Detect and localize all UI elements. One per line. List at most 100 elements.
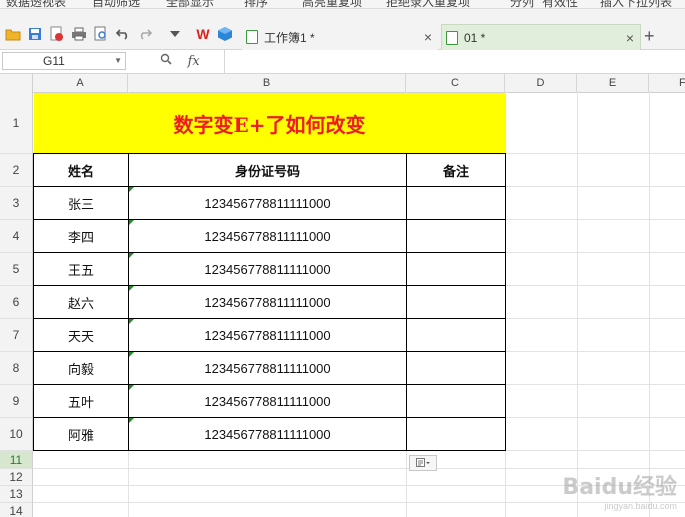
error-indicator-icon <box>129 187 134 192</box>
id-cell[interactable]: 123456778811111000 <box>129 253 406 285</box>
table-border <box>33 417 506 418</box>
tab-workbook1[interactable]: 工作簿1 * × <box>242 24 438 50</box>
chevron-down-icon[interactable]: ▼ <box>114 53 122 69</box>
ribbon-strip: 数据透视表 自动筛选 全部显示 排序 高亮重复项 拒绝录入重复项 分列 有效性 … <box>0 0 685 9</box>
error-indicator-icon <box>129 418 134 423</box>
wps-logo-icon[interactable]: W <box>194 25 212 43</box>
name-box[interactable]: G11 ▼ <box>2 52 126 70</box>
table-border <box>33 351 506 352</box>
ribbon-split-columns[interactable]: 分列 <box>510 0 534 8</box>
ribbon-validation[interactable]: 有效性 <box>542 0 578 8</box>
name-cell[interactable]: 李四 <box>34 220 128 252</box>
id-cell[interactable]: 123456778811111000 <box>129 418 406 450</box>
spreadsheet-doc-icon <box>446 30 458 45</box>
row-header-4[interactable]: 4 <box>0 220 33 253</box>
id-cell[interactable]: 123456778811111000 <box>129 220 406 252</box>
row-header-1[interactable]: 1 <box>0 92 33 154</box>
row-header-8[interactable]: 8 <box>0 352 33 385</box>
tab-01[interactable]: 01 * × <box>441 24 641 50</box>
id-cell[interactable]: 123456778811111000 <box>129 352 406 384</box>
gridline <box>577 92 578 517</box>
note-cell[interactable] <box>407 319 505 351</box>
ribbon-show-all[interactable]: 全部显示 <box>166 0 214 8</box>
id-value: 123456778811111000 <box>204 294 331 310</box>
row-header-13[interactable]: 13 <box>0 486 33 503</box>
name-cell[interactable]: 五叶 <box>34 385 128 417</box>
note-cell[interactable] <box>407 385 505 417</box>
table-border <box>406 153 407 451</box>
row-header-5[interactable]: 5 <box>0 253 33 286</box>
note-cell[interactable] <box>407 352 505 384</box>
header-cell-note[interactable]: 备注 <box>407 154 505 186</box>
ribbon-insert-dropdown[interactable]: 插入下拉列表 <box>600 0 672 8</box>
header-cell-name[interactable]: 姓名 <box>34 154 128 186</box>
note-cell[interactable] <box>407 286 505 318</box>
note-cell[interactable] <box>407 187 505 219</box>
id-cell[interactable]: 123456778811111000 <box>129 319 406 351</box>
error-indicator-icon <box>129 220 134 225</box>
save-icon[interactable] <box>26 25 44 43</box>
new-tab-button[interactable]: + <box>644 26 655 47</box>
redo-icon[interactable] <box>136 25 154 43</box>
row-header-7[interactable]: 7 <box>0 319 33 352</box>
ribbon-auto-filter[interactable]: 自动筛选 <box>92 0 140 8</box>
id-cell[interactable]: 123456778811111000 <box>129 286 406 318</box>
undo-icon[interactable] <box>114 25 132 43</box>
ribbon-reject-duplicates[interactable]: 拒绝录入重复项 <box>386 0 470 8</box>
row-header-3[interactable]: 3 <box>0 187 33 220</box>
close-icon[interactable]: × <box>626 30 634 46</box>
zoom-search-icon[interactable] <box>160 53 176 68</box>
note-cell[interactable] <box>407 418 505 450</box>
print-icon[interactable] <box>70 25 88 43</box>
error-indicator-icon <box>129 352 134 357</box>
column-header-d[interactable]: D <box>505 74 577 92</box>
name-cell[interactable]: 王五 <box>34 253 128 285</box>
name-cell[interactable]: 阿雅 <box>34 418 128 450</box>
id-cell[interactable]: 123456778811111000 <box>129 385 406 417</box>
ribbon-pivot-table[interactable]: 数据透视表 <box>6 0 66 8</box>
cube-icon[interactable] <box>216 25 234 43</box>
row-header-12[interactable]: 12 <box>0 469 33 486</box>
spreadsheet-doc-icon <box>246 30 258 44</box>
tab-label: 工作簿1 * <box>264 30 315 45</box>
row-header-6[interactable]: 6 <box>0 286 33 319</box>
chevron-down-icon[interactable] <box>166 25 184 43</box>
tab-label: 01 * <box>464 30 486 45</box>
row-header-11[interactable]: 11 <box>0 451 33 469</box>
export-pdf-icon[interactable] <box>48 25 66 43</box>
name-cell[interactable]: 赵六 <box>34 286 128 318</box>
select-all-corner[interactable] <box>0 74 33 92</box>
formula-bar: G11 ▼ fx <box>0 50 685 74</box>
table-border <box>33 318 506 319</box>
name-cell[interactable]: 张三 <box>34 187 128 219</box>
spreadsheet-grid[interactable]: A B C D E F 1 2 3 4 5 6 7 8 9 10 11 12 1… <box>0 74 685 517</box>
close-icon[interactable]: × <box>424 29 432 45</box>
sheet-title-cell[interactable]: 数字变E+了如何改变 <box>34 93 505 154</box>
note-cell[interactable] <box>407 253 505 285</box>
name-cell[interactable]: 天天 <box>34 319 128 351</box>
row-header-14[interactable]: 14 <box>0 503 33 517</box>
column-header-f[interactable]: F <box>649 74 685 92</box>
column-header-c[interactable]: C <box>406 74 505 92</box>
table-border <box>33 219 506 220</box>
watermark: Baidu经验 jingyan.baidu.com <box>562 469 677 511</box>
formula-input[interactable] <box>224 50 685 73</box>
error-indicator-icon <box>129 253 134 258</box>
row-header-9[interactable]: 9 <box>0 385 33 418</box>
header-cell-id[interactable]: 身份证号码 <box>129 154 406 186</box>
insert-function-button[interactable]: fx <box>188 54 200 69</box>
open-folder-icon[interactable] <box>4 25 22 43</box>
id-cell[interactable]: 123456778811111000 <box>129 187 406 219</box>
column-header-b[interactable]: B <box>128 74 406 92</box>
ribbon-highlight-duplicates[interactable]: 高亮重复项 <box>302 0 362 8</box>
paste-options-button[interactable] <box>409 455 437 471</box>
row-header-10[interactable]: 10 <box>0 418 33 451</box>
column-header-a[interactable]: A <box>33 74 128 92</box>
print-preview-icon[interactable] <box>92 25 110 43</box>
note-cell[interactable] <box>407 220 505 252</box>
column-header-e[interactable]: E <box>577 74 649 92</box>
name-cell[interactable]: 向毅 <box>34 352 128 384</box>
ribbon-sort[interactable]: 排序 <box>244 0 268 8</box>
table-border <box>33 153 506 154</box>
row-header-2[interactable]: 2 <box>0 154 33 187</box>
